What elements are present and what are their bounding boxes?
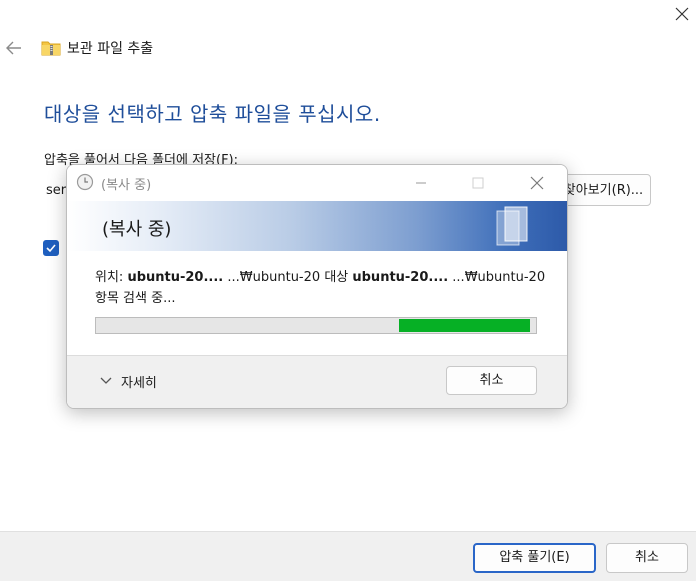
progress-bar: [95, 317, 537, 334]
target-prefix: 대상: [324, 270, 349, 285]
copy-pages-icon: [487, 205, 547, 249]
dialog-banner: (복사 중): [67, 201, 567, 251]
dialog-close-button[interactable]: [519, 171, 555, 195]
maximize-button[interactable]: [460, 171, 496, 195]
progress-fill: [399, 319, 530, 332]
cancel-button[interactable]: 취소: [606, 543, 688, 573]
window-close-button[interactable]: [668, 0, 696, 28]
extract-button[interactable]: 압축 풀기(E): [473, 543, 596, 573]
checkmark-icon: [46, 244, 56, 253]
page-heading: 대상을 선택하고 압축 파일을 푸십시오.: [44, 102, 381, 126]
target-name: ubuntu-20....: [352, 270, 449, 285]
back-arrow-icon: [6, 41, 21, 55]
chevron-down-icon[interactable]: [100, 371, 112, 384]
minimize-button[interactable]: [403, 171, 439, 195]
maximize-icon: [472, 177, 484, 189]
minimize-icon: [416, 182, 426, 184]
status-text: 항목 검색 중...: [95, 291, 176, 306]
show-files-checkbox[interactable]: [43, 240, 59, 256]
close-icon: [675, 7, 689, 21]
source-name: ubuntu-20....: [127, 270, 224, 285]
wizard-title: 보관 파일 추출: [67, 41, 154, 57]
target-path: ...₩ubuntu-20: [452, 270, 546, 285]
close-icon: [530, 176, 544, 190]
browse-button[interactable]: 찾아보기(R)...: [556, 174, 651, 206]
copy-progress-dialog: (복사 중) (복사 중) 위치: ubuntu-20.... ...₩ubun…: [66, 164, 568, 409]
zip-folder-icon: [41, 39, 61, 60]
source-path: ...₩ubuntu-20: [227, 270, 321, 285]
dialog-cancel-button[interactable]: 취소: [446, 366, 537, 395]
location-line: 위치: ubuntu-20.... ...₩ubuntu-20 대상 ubunt…: [95, 266, 545, 285]
details-toggle[interactable]: 자세히: [121, 372, 157, 391]
clock-icon: [76, 173, 94, 191]
location-prefix: 위치:: [95, 270, 124, 285]
banner-title: (복사 중): [102, 219, 172, 240]
dialog-title: (복사 중): [101, 178, 152, 193]
back-button[interactable]: [4, 38, 24, 58]
